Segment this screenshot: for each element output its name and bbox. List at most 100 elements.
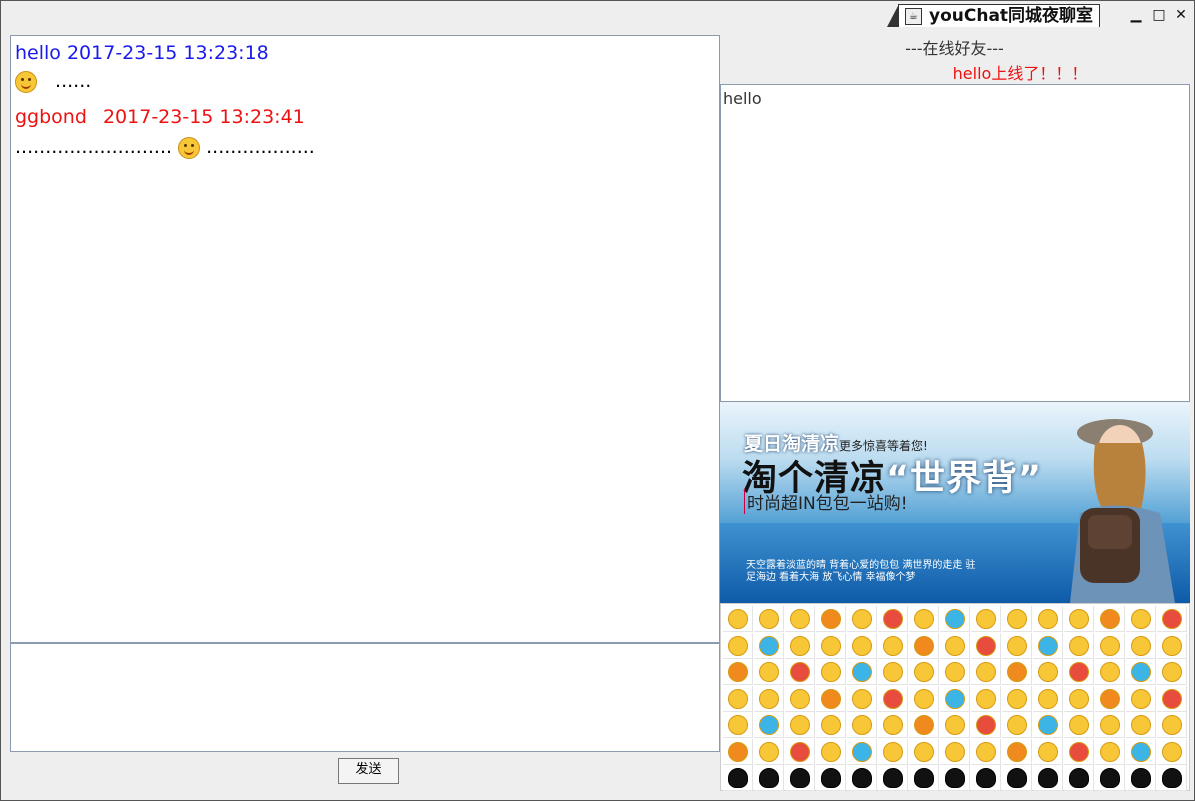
emoji-cell[interactable] — [1033, 632, 1063, 659]
emoji-cell[interactable] — [909, 685, 939, 712]
emoji-cell[interactable] — [971, 765, 1001, 791]
emoji-cell[interactable] — [785, 659, 815, 685]
emoji-cell[interactable] — [847, 685, 877, 712]
emoji-cell[interactable] — [723, 632, 753, 659]
emoji-cell[interactable] — [723, 765, 753, 791]
emoji-cell[interactable] — [754, 632, 784, 659]
emoji-cell[interactable] — [1095, 659, 1125, 685]
emoji-cell[interactable] — [971, 632, 1001, 659]
emoji-cell[interactable] — [847, 606, 877, 632]
emoji-cell[interactable] — [940, 659, 970, 685]
emoji-cell[interactable] — [878, 606, 908, 632]
advertisement-banner[interactable]: 夏日淘清凉更多惊喜等着您! 淘个清凉“世界背” 时尚超IN包包一站购! 天空露着… — [720, 403, 1190, 603]
emoji-cell[interactable] — [940, 765, 970, 791]
emoji-cell[interactable] — [1095, 712, 1125, 738]
chat-transcript[interactable]: hello 2017-23-15 13:23:18 ...... ggbond … — [10, 35, 720, 643]
emoji-cell[interactable] — [785, 765, 815, 791]
emoji-cell[interactable] — [754, 765, 784, 791]
emoji-cell[interactable] — [1002, 738, 1032, 765]
emoji-cell[interactable] — [1033, 659, 1063, 685]
emoji-cell[interactable] — [878, 738, 908, 765]
emoji-cell[interactable] — [940, 738, 970, 765]
emoji-cell[interactable] — [971, 712, 1001, 738]
emoji-cell[interactable] — [1157, 606, 1187, 632]
emoji-cell[interactable] — [1157, 632, 1187, 659]
emoji-cell[interactable] — [878, 632, 908, 659]
emoji-cell[interactable] — [1064, 659, 1094, 685]
minimize-icon[interactable]: ▁ — [1127, 6, 1145, 24]
emoji-cell[interactable] — [1033, 738, 1063, 765]
emoji-cell[interactable] — [847, 738, 877, 765]
emoji-cell[interactable] — [723, 659, 753, 685]
emoji-cell[interactable] — [1002, 632, 1032, 659]
emoji-cell[interactable] — [1064, 606, 1094, 632]
emoji-cell[interactable] — [1126, 606, 1156, 632]
send-button[interactable]: 发送 — [338, 758, 399, 784]
emoji-cell[interactable] — [1157, 738, 1187, 765]
emoji-cell[interactable] — [1095, 632, 1125, 659]
emoji-cell[interactable] — [940, 685, 970, 712]
emoji-cell[interactable] — [1064, 738, 1094, 765]
emoji-cell[interactable] — [1064, 765, 1094, 791]
emoji-cell[interactable] — [1033, 606, 1063, 632]
friends-list[interactable]: hello — [720, 84, 1190, 402]
emoji-cell[interactable] — [785, 632, 815, 659]
emoji-cell[interactable] — [847, 632, 877, 659]
emoji-cell[interactable] — [816, 685, 846, 712]
emoji-cell[interactable] — [816, 712, 846, 738]
emoji-cell[interactable] — [1033, 765, 1063, 791]
emoji-cell[interactable] — [878, 765, 908, 791]
emoji-cell[interactable] — [1033, 685, 1063, 712]
emoji-cell[interactable] — [1095, 606, 1125, 632]
maximize-icon[interactable]: □ — [1150, 6, 1168, 24]
emoji-cell[interactable] — [847, 712, 877, 738]
emoji-cell[interactable] — [723, 712, 753, 738]
emoji-cell[interactable] — [1126, 738, 1156, 765]
emoji-cell[interactable] — [785, 685, 815, 712]
emoji-cell[interactable] — [940, 712, 970, 738]
emoji-cell[interactable] — [847, 659, 877, 685]
emoji-cell[interactable] — [754, 738, 784, 765]
emoji-cell[interactable] — [723, 685, 753, 712]
emoji-cell[interactable] — [723, 738, 753, 765]
emoji-cell[interactable] — [1002, 685, 1032, 712]
emoji-cell[interactable] — [785, 712, 815, 738]
emoji-cell[interactable] — [1064, 632, 1094, 659]
emoji-cell[interactable] — [909, 606, 939, 632]
emoji-cell[interactable] — [909, 712, 939, 738]
emoji-cell[interactable] — [1157, 712, 1187, 738]
close-icon[interactable]: ✕ — [1172, 6, 1190, 24]
emoji-cell[interactable] — [1002, 659, 1032, 685]
emoji-cell[interactable] — [816, 765, 846, 791]
window-title-tab[interactable]: ☕ youChat同城夜聊室 — [886, 4, 1101, 27]
emoji-cell[interactable] — [754, 712, 784, 738]
emoji-cell[interactable] — [878, 685, 908, 712]
emoji-cell[interactable] — [1126, 765, 1156, 791]
emoji-cell[interactable] — [1002, 765, 1032, 791]
emoji-cell[interactable] — [971, 659, 1001, 685]
emoji-cell[interactable] — [1126, 712, 1156, 738]
emoji-cell[interactable] — [878, 659, 908, 685]
emoji-cell[interactable] — [847, 765, 877, 791]
emoji-cell[interactable] — [909, 738, 939, 765]
emoji-cell[interactable] — [1157, 765, 1187, 791]
emoji-cell[interactable] — [754, 659, 784, 685]
emoji-cell[interactable] — [723, 606, 753, 632]
emoji-cell[interactable] — [1033, 712, 1063, 738]
emoji-cell[interactable] — [940, 606, 970, 632]
emoji-cell[interactable] — [1126, 685, 1156, 712]
emoji-cell[interactable] — [1095, 685, 1125, 712]
emoji-cell[interactable] — [909, 765, 939, 791]
emoji-cell[interactable] — [1002, 606, 1032, 632]
emoji-cell[interactable] — [1157, 659, 1187, 685]
emoji-cell[interactable] — [1002, 712, 1032, 738]
emoji-cell[interactable] — [909, 632, 939, 659]
emoji-cell[interactable] — [754, 606, 784, 632]
emoji-cell[interactable] — [1064, 685, 1094, 712]
message-input[interactable] — [10, 643, 720, 752]
emoji-panel[interactable] — [720, 603, 1190, 791]
emoji-cell[interactable] — [816, 606, 846, 632]
emoji-cell[interactable] — [816, 632, 846, 659]
emoji-cell[interactable] — [1095, 765, 1125, 791]
emoji-cell[interactable] — [1157, 685, 1187, 712]
